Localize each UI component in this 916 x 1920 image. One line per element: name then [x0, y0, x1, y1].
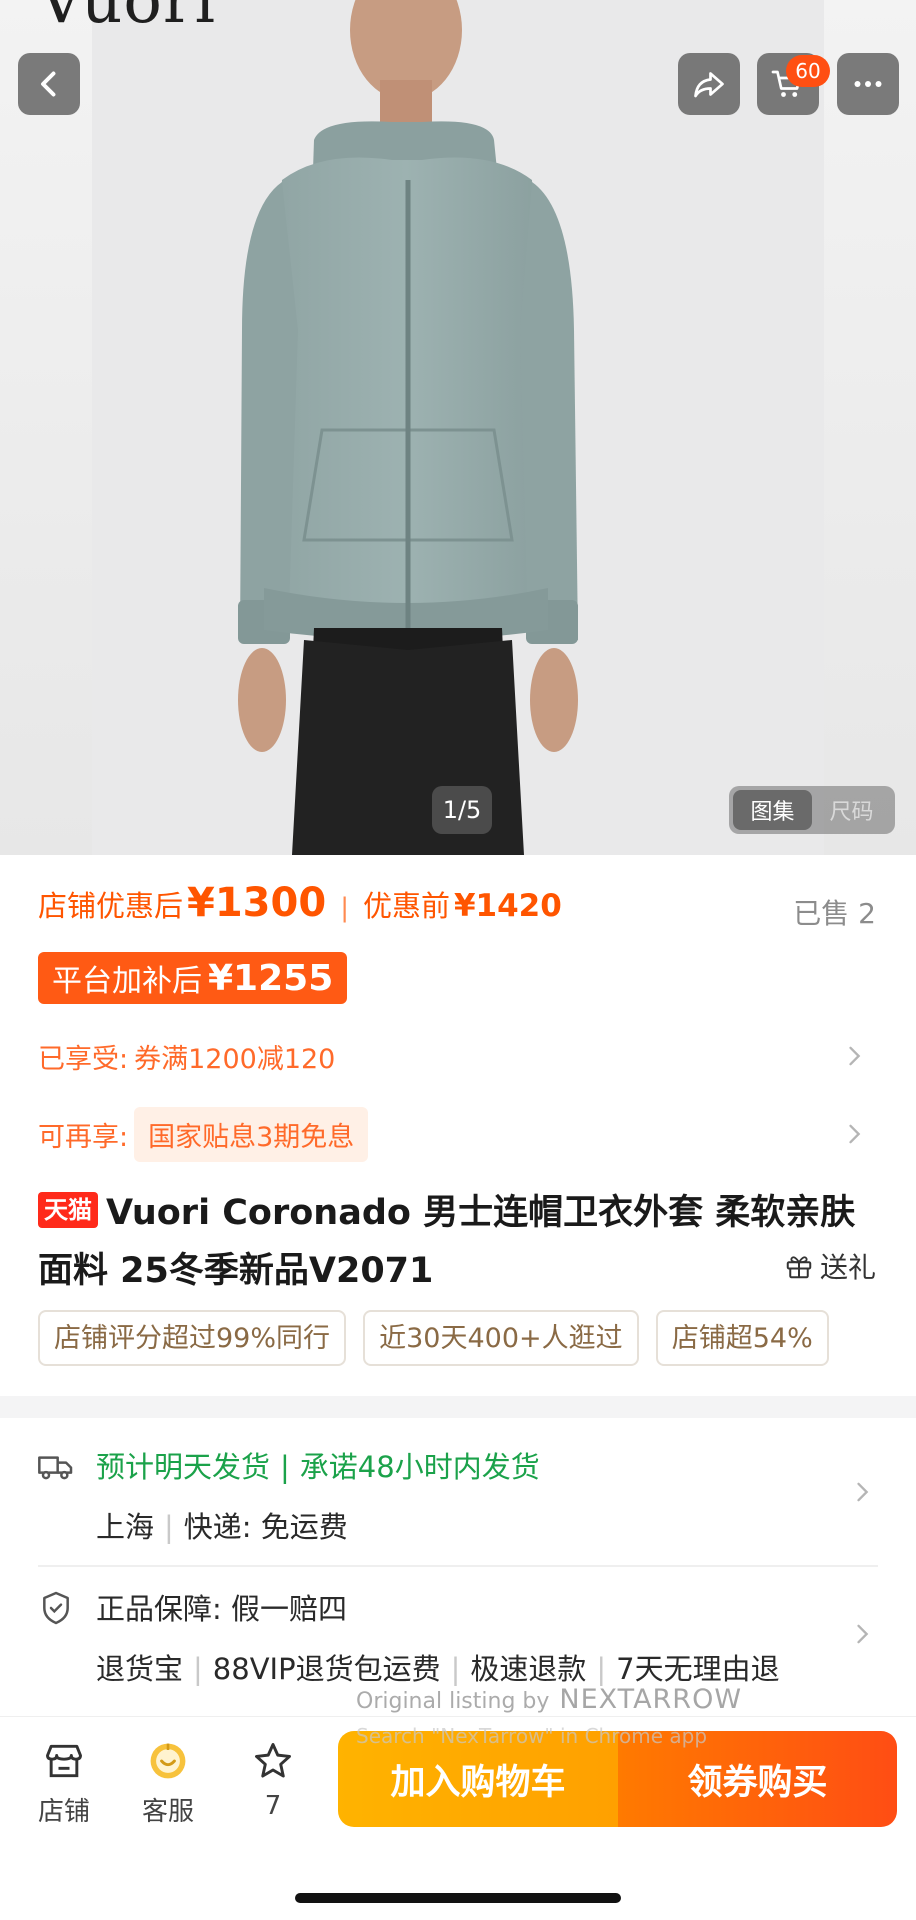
star-icon	[255, 1743, 291, 1778]
chevron-right-icon	[849, 1124, 861, 1144]
home-indicator[interactable]	[295, 1893, 621, 1903]
guarantee-title[interactable]: 正品保障: 假一赔四	[96, 1586, 347, 1628]
price-row: 店铺优惠后 ¥1300 | 优惠前 ¥1420	[38, 880, 878, 936]
service-item: 7天无理由退	[616, 1652, 780, 1686]
chevron-right-icon[interactable]	[848, 1620, 876, 1648]
product-photo[interactable]	[92, 0, 824, 855]
brand-logo-text: Vuori	[38, 0, 216, 38]
eta-text: 预计明天发货	[96, 1450, 271, 1484]
favorite-count: 7	[264, 1791, 282, 1821]
product-badges: 店铺评分超过99%同行 近30天400+人逛过 店铺超54%	[38, 1310, 878, 1370]
service-item: 88VIP退货包运费	[212, 1652, 441, 1686]
watermark: Original listing by NEXTARROW	[356, 1684, 742, 1715]
title-line-1: Vuori Coronado 男士连帽卫衣外套 柔软亲肤	[106, 1193, 856, 1233]
badge-store: 店铺超54%	[655, 1310, 829, 1366]
tmall-badge: 天猫	[38, 1192, 98, 1228]
guarantee-services[interactable]: 退货宝 | 88VIP退货包运费 | 极速退款 | 7天无理由退	[96, 1646, 826, 1688]
chevron-right-icon	[849, 1046, 861, 1066]
model-illustration	[238, 0, 578, 855]
customer-service-button[interactable]: 客服	[128, 1739, 208, 1828]
price-after-value: ¥1300	[187, 880, 327, 926]
customer-service-icon	[150, 1743, 186, 1779]
promo-chip: 国家贴息3期免息	[134, 1106, 369, 1162]
back-button[interactable]	[18, 53, 80, 115]
cart-count-badge: 60	[786, 55, 830, 87]
shield-check-icon	[43, 1591, 69, 1625]
origin-text: 上海	[96, 1510, 155, 1544]
price-after-label: 店铺优惠后	[38, 889, 184, 923]
gift-label: 送礼	[819, 1251, 876, 1284]
title-line-2: 面料 25冬季新品V2071	[38, 1251, 434, 1291]
image-counter: 1/5	[432, 786, 492, 834]
shipping-eta[interactable]: 预计明天发货 | 承诺48小时内发货	[96, 1444, 540, 1486]
shop-label: 店铺	[37, 1797, 90, 1827]
delivery-truck-icon	[38, 1456, 73, 1480]
watermark-line-1: Original listing by	[356, 1689, 550, 1714]
watermark-line-2: Search "NexTarrow" in Chrome app	[356, 1724, 708, 1748]
chevron-left-icon	[41, 71, 56, 97]
gift-icon	[786, 1256, 812, 1279]
gift-button[interactable]: 送礼	[784, 1246, 876, 1286]
tab-size[interactable]: 尺码	[812, 790, 891, 830]
favorite-button[interactable]: 7	[233, 1739, 313, 1821]
promo-row-coupon[interactable]: 已享受: 券满1200减120	[38, 1030, 878, 1082]
gallery-toggle[interactable]: 图集 尺码	[729, 786, 895, 834]
promo-label: 已享受:	[38, 1043, 129, 1075]
service-label: 客服	[141, 1797, 194, 1827]
service-item: 极速退款	[470, 1652, 587, 1686]
section-divider	[0, 1396, 916, 1418]
product-title: 天猫 Vuori Coronado 男士连帽卫衣外套 柔软亲肤 面料 25冬季新品…	[38, 1184, 878, 1300]
promo-value: 券满1200减120	[134, 1043, 336, 1075]
share-button[interactable]	[678, 53, 740, 115]
product-page: Vuori 60 1/5 图集 尺码 店铺优惠后 ¥1300 | 优惠前 ¥14…	[0, 0, 916, 1920]
row-divider	[38, 1565, 878, 1567]
price-before-label: 优惠前	[362, 889, 450, 923]
subsidy-price-badge: 平台加补后 ¥1255	[38, 952, 348, 1004]
price-separator: |	[340, 893, 349, 923]
subsidy-value: ¥1255	[208, 957, 334, 999]
tab-gallery[interactable]: 图集	[733, 790, 812, 830]
promise-text: 承诺48小时内发货	[299, 1450, 540, 1484]
subsidy-label: 平台加补后	[52, 964, 202, 999]
store-icon	[46, 1744, 82, 1778]
more-button[interactable]	[837, 53, 899, 115]
delivery-text: 快递: 免运费	[183, 1510, 348, 1544]
shipping-origin: 上海 | 快递: 免运费	[96, 1510, 348, 1544]
service-item: 退货宝	[96, 1652, 184, 1686]
more-dots-icon	[854, 81, 882, 87]
promo-label: 可再享:	[38, 1121, 129, 1153]
share-arrow-icon	[694, 72, 724, 98]
price-before-value: ¥1420	[453, 888, 562, 924]
badge-rating: 店铺评分超过99%同行	[38, 1310, 347, 1366]
sold-count: 已售 2	[793, 897, 876, 930]
badge-visitors: 近30天400+人逛过	[363, 1310, 639, 1366]
watermark-brand: NEXTARROW	[559, 1684, 743, 1715]
chevron-right-icon[interactable]	[848, 1478, 876, 1506]
product-image-gallery[interactable]: Vuori 60 1/5 图集 尺码	[0, 0, 916, 855]
promo-row-installment[interactable]: 可再享: 国家贴息3期免息	[38, 1106, 878, 1162]
shop-button[interactable]: 店铺	[24, 1739, 104, 1828]
